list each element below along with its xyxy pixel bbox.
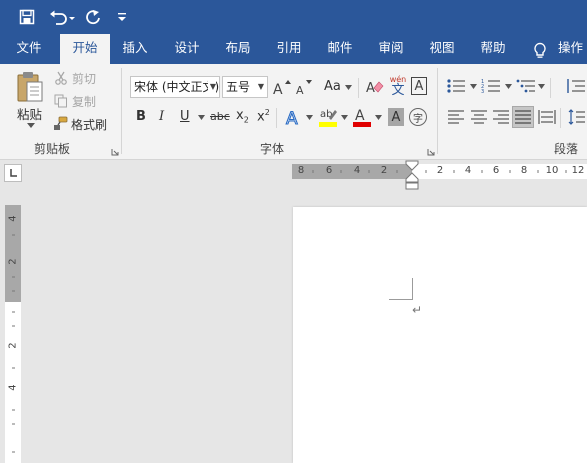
font-separator (276, 108, 277, 128)
tab-help[interactable]: 帮助 (472, 34, 514, 64)
numbering-icon[interactable]: 123 (481, 77, 501, 95)
document-page[interactable] (293, 207, 587, 463)
font-color-dropdown-icon[interactable] (374, 114, 382, 120)
clipboard-group-label: 剪贴板 (34, 142, 71, 156)
redo-icon[interactable] (82, 6, 104, 28)
font-size-value: 五号 (226, 80, 251, 94)
character-shading-icon[interactable]: A (388, 108, 404, 126)
indent-marker-icon[interactable] (405, 160, 419, 190)
enclose-characters-icon[interactable]: 字 (409, 108, 427, 126)
multilevel-list-icon[interactable] (516, 77, 536, 95)
tab-home[interactable]: 开始 (60, 34, 110, 64)
align-right-icon[interactable] (491, 108, 511, 126)
underline-button[interactable]: U (180, 109, 190, 124)
tab-review[interactable]: 审阅 (370, 34, 412, 64)
group-separator (121, 68, 122, 154)
tab-selector[interactable] (4, 164, 22, 182)
quick-access-toolbar (0, 0, 587, 34)
format-painter-button[interactable]: 格式刷 (71, 116, 107, 133)
tab-view[interactable]: 视图 (421, 34, 463, 64)
grow-font-icon[interactable]: A (273, 78, 291, 96)
tab-layout[interactable]: 布局 (217, 34, 259, 64)
font-dialog-launcher-icon[interactable] (427, 145, 435, 156)
margin-corner-mark (412, 278, 413, 300)
lightbulb-icon[interactable] (532, 41, 548, 59)
line-spacing-icon[interactable] (568, 108, 586, 126)
tab-file[interactable]: 文件 (6, 34, 52, 64)
svg-text:A: A (296, 84, 304, 95)
text-effects-dropdown-icon[interactable] (305, 114, 313, 120)
superscript-two: 2 (264, 108, 270, 117)
distributed-align-icon[interactable] (537, 108, 557, 126)
character-border-icon[interactable]: A (411, 77, 427, 95)
phonetic-guide-icon[interactable]: wén 文 (388, 74, 408, 98)
subscript-x: x (236, 108, 244, 123)
chevron-down-icon: ▼ (207, 77, 216, 97)
bullets-icon[interactable] (446, 77, 466, 95)
shrink-font-icon[interactable]: A (295, 78, 313, 96)
undo-icon[interactable] (48, 6, 78, 28)
highlight-dropdown-icon[interactable] (340, 114, 348, 120)
save-icon[interactable] (16, 6, 38, 28)
superscript-button[interactable]: x2 (257, 108, 270, 124)
paragraph-separator (550, 78, 551, 98)
decrease-indent-icon[interactable] (566, 77, 586, 95)
align-left-icon[interactable] (446, 108, 466, 126)
strikethrough-button[interactable]: abc (210, 110, 230, 123)
superscript-x: x (257, 109, 265, 125)
bullets-dropdown-icon[interactable] (469, 83, 477, 89)
vertical-ruler-ticks (12, 234, 15, 453)
font-name-combo[interactable]: 宋体 (中文正文) ▼ (130, 76, 220, 98)
italic-button[interactable]: I (159, 109, 164, 124)
paragraph-mark: ↵ (412, 303, 423, 317)
change-case-dropdown-icon[interactable] (344, 83, 352, 91)
paste-icon[interactable] (14, 70, 46, 104)
font-group-label: 字体 (260, 142, 285, 156)
copy-button: 复制 (72, 95, 97, 109)
margin-corner-mark (389, 299, 412, 300)
font-separator (358, 78, 359, 98)
format-painter-icon[interactable] (53, 116, 68, 131)
tab-references[interactable]: 引用 (268, 34, 310, 64)
font-size-combo[interactable]: 五号 ▼ (222, 76, 268, 98)
tab-design[interactable]: 设计 (166, 34, 208, 64)
text-effects-icon[interactable]: A (284, 106, 304, 128)
chevron-down-icon: ▼ (257, 82, 264, 91)
change-case-button[interactable]: Aa (324, 79, 341, 94)
svg-text:3: 3 (481, 89, 484, 94)
svg-text:A: A (366, 81, 375, 96)
cut-icon (53, 70, 68, 85)
ruler-ticks (312, 170, 567, 173)
phonetic-bottom: 文 (391, 82, 405, 98)
ribbon-tabs: 文件 开始 插入 设计 布局 引用 邮件 审阅 视图 帮助 操作说 (0, 34, 587, 83)
clipboard-dialog-launcher-icon[interactable] (111, 145, 119, 156)
paragraph-separator (560, 108, 561, 128)
font-name-value: 宋体 (中文正文) (134, 80, 220, 94)
multilevel-dropdown-icon[interactable] (537, 83, 545, 89)
copy-icon (53, 93, 68, 108)
svg-text:A: A (355, 108, 365, 124)
numbering-dropdown-icon[interactable] (504, 83, 512, 89)
svg-text:A: A (273, 82, 283, 95)
clear-formatting-icon[interactable]: A (366, 78, 384, 96)
justify-icon[interactable] (512, 106, 534, 128)
bold-button[interactable]: B (136, 109, 146, 124)
cut-button: 剪切 (72, 72, 97, 86)
tab-mailings[interactable]: 邮件 (319, 34, 361, 64)
paragraph-group-label: 段落 (554, 142, 579, 156)
ribbon-home: 粘贴 剪切 复制 格式刷 剪贴板 宋体 (中文正文) ▼ 五号 ▼ A A Aa… (0, 64, 587, 160)
subscript-two: 2 (243, 115, 249, 125)
svg-text:A: A (286, 109, 298, 127)
underline-dropdown-icon[interactable] (197, 114, 205, 120)
group-separator (437, 68, 438, 154)
customize-qat-icon[interactable] (114, 6, 130, 28)
tab-insert[interactable]: 插入 (114, 34, 156, 64)
tell-me-search[interactable]: 操作说 (558, 34, 587, 83)
align-center-icon[interactable] (469, 108, 489, 126)
highlight-color-icon[interactable]: ab (318, 106, 338, 128)
paste-dropdown-icon[interactable] (26, 121, 36, 129)
font-color-icon[interactable]: A (352, 106, 372, 128)
subscript-button[interactable]: x2 (236, 108, 249, 125)
